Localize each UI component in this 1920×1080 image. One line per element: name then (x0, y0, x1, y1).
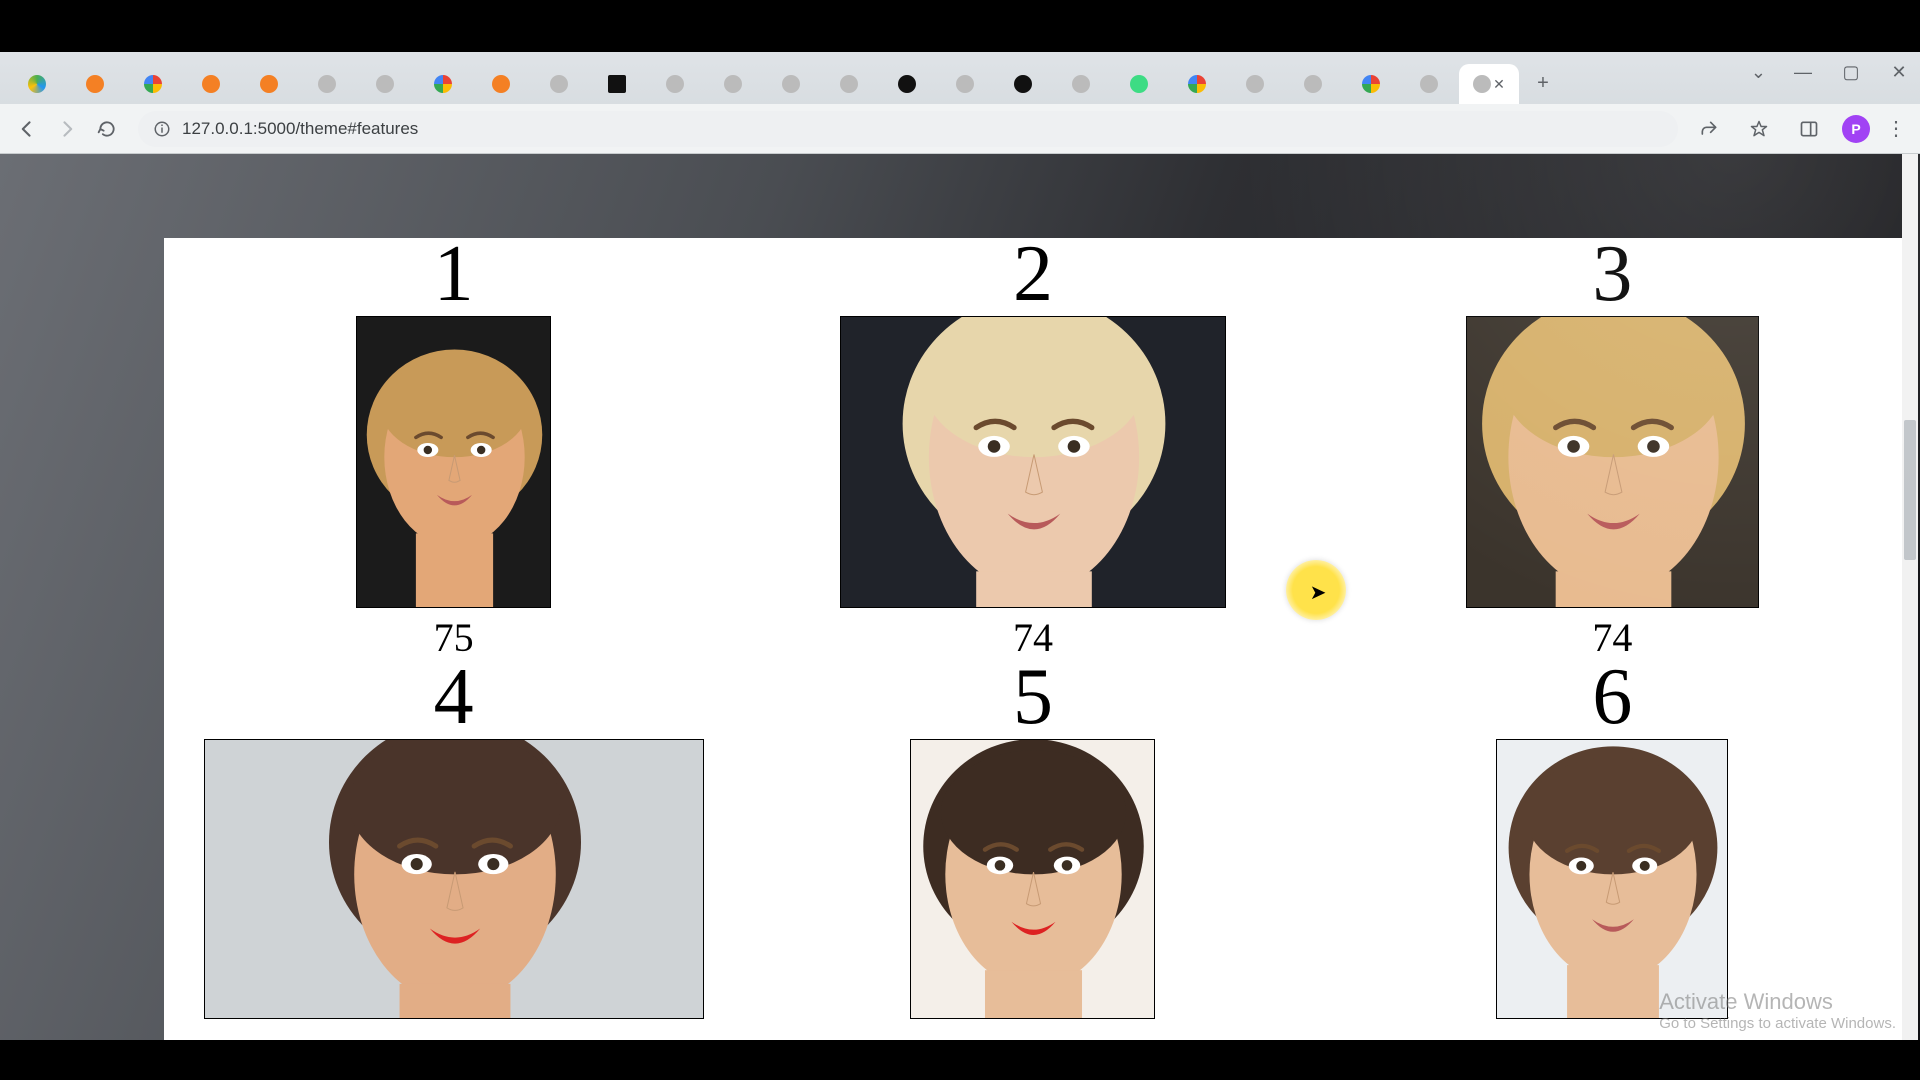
result-cell: 2 74 (743, 238, 1322, 661)
result-cell: 5 (743, 661, 1322, 1019)
browser-tab[interactable] (1227, 64, 1283, 104)
browser-tab[interactable] (763, 64, 819, 104)
bookmark-star-icon[interactable] (1742, 112, 1776, 146)
page-viewport: 1 752 743 74 4 5 (0, 154, 1920, 1040)
tab-favicon-icon (1362, 75, 1380, 93)
tab-favicon-icon (202, 75, 220, 93)
profile-avatar[interactable]: P (1842, 115, 1870, 143)
result-image[interactable] (840, 316, 1226, 608)
tab-favicon-icon (144, 75, 162, 93)
results-card: 1 752 743 74 4 5 (164, 238, 1902, 1040)
browser-toolbar: 127.0.0.1:5000/theme#features P ⋮ (0, 104, 1920, 154)
result-rank: 6 (1592, 657, 1632, 737)
side-panel-icon[interactable] (1792, 112, 1826, 146)
result-image[interactable] (356, 316, 551, 608)
letterbox-bottom (0, 1040, 1920, 1080)
result-image[interactable] (910, 739, 1155, 1019)
tab-favicon-icon (1072, 75, 1090, 93)
tab-favicon-icon (1014, 75, 1032, 93)
browser-tab[interactable] (1169, 64, 1225, 104)
tab-favicon-icon (840, 75, 858, 93)
tab-favicon-icon (550, 75, 568, 93)
avatar-letter: P (1851, 121, 1860, 137)
result-rank: 5 (1013, 657, 1053, 737)
result-cell: 4 (164, 661, 743, 1019)
scrollbar-thumb[interactable] (1904, 420, 1916, 560)
window-minimize-button[interactable]: — (1792, 62, 1814, 83)
browser-tab[interactable] (125, 64, 181, 104)
result-cell: 6 (1323, 661, 1902, 1019)
window-maximize-button[interactable]: ▢ (1840, 62, 1862, 83)
browser-tab[interactable] (531, 64, 587, 104)
tab-favicon-icon (724, 75, 742, 93)
result-image[interactable] (204, 739, 704, 1019)
browser-tab[interactable] (821, 64, 877, 104)
tabs-dropdown-icon[interactable]: ⌄ (1751, 62, 1766, 83)
tab-favicon-icon (492, 75, 510, 93)
result-rank: 4 (434, 657, 474, 737)
result-rank: 1 (434, 238, 474, 314)
tab-favicon-icon (608, 75, 626, 93)
tab-favicon-icon (1304, 75, 1322, 93)
tab-favicon-icon (28, 75, 46, 93)
share-icon[interactable] (1692, 112, 1726, 146)
reload-button[interactable] (90, 112, 124, 146)
chrome-menu-button[interactable]: ⋮ (1886, 116, 1906, 141)
result-image[interactable] (1496, 739, 1728, 1019)
address-bar[interactable]: 127.0.0.1:5000/theme#features (138, 111, 1678, 147)
browser-tab[interactable] (589, 64, 645, 104)
browser-tab[interactable] (241, 64, 297, 104)
browser-tab[interactable] (9, 64, 65, 104)
result-cell: 1 75 (164, 238, 743, 661)
tab-favicon-icon (898, 75, 916, 93)
browser-tab[interactable] (183, 64, 239, 104)
plus-icon: + (1537, 72, 1549, 95)
result-cell: 3 74 (1323, 238, 1902, 661)
tab-favicon-icon (260, 75, 278, 93)
url-text: 127.0.0.1:5000/theme#features (182, 119, 418, 139)
browser-tab[interactable] (1401, 64, 1457, 104)
browser-tab[interactable] (357, 64, 413, 104)
site-info-icon[interactable] (152, 119, 172, 139)
browser-tab[interactable] (1053, 64, 1109, 104)
forward-button[interactable] (50, 112, 84, 146)
browser-tab[interactable] (1285, 64, 1341, 104)
tab-favicon-icon (782, 75, 800, 93)
browser-tab[interactable] (879, 64, 935, 104)
window-close-button[interactable]: ✕ (1888, 62, 1910, 83)
result-image[interactable] (1466, 316, 1759, 608)
tab-favicon-icon (956, 75, 974, 93)
result-rank: 2 (1013, 238, 1053, 314)
page-scrollbar[interactable] (1902, 154, 1918, 1040)
tab-favicon-icon (1188, 75, 1206, 93)
browser-tab[interactable] (1343, 64, 1399, 104)
letterbox-top (0, 0, 1920, 52)
tab-favicon-icon (318, 75, 336, 93)
result-rank: 3 (1592, 238, 1632, 314)
tab-favicon-icon (1246, 75, 1264, 93)
tab-close-icon[interactable]: ✕ (1493, 76, 1505, 93)
browser-tab[interactable] (67, 64, 123, 104)
browser-tab[interactable] (995, 64, 1051, 104)
browser-tab[interactable] (647, 64, 703, 104)
browser-tab[interactable] (937, 64, 993, 104)
tab-favicon-icon (1130, 75, 1148, 93)
tab-favicon-icon (86, 75, 104, 93)
back-button[interactable] (10, 112, 44, 146)
browser-tab[interactable]: ✕ (1459, 64, 1519, 104)
browser-tabstrip: ✕ + ⌄ — ▢ ✕ (0, 52, 1920, 104)
tab-favicon-icon (666, 75, 684, 93)
browser-tab[interactable] (299, 64, 355, 104)
new-tab-button[interactable]: + (1526, 66, 1560, 100)
tab-favicon-icon (1473, 75, 1491, 93)
browser-tab[interactable] (705, 64, 761, 104)
browser-tab[interactable] (1111, 64, 1167, 104)
tab-favicon-icon (376, 75, 394, 93)
results-grid: 1 752 743 74 4 5 (164, 238, 1902, 1019)
browser-tab[interactable] (415, 64, 471, 104)
browser-tab[interactable] (473, 64, 529, 104)
tab-favicon-icon (1420, 75, 1438, 93)
tab-favicon-icon (434, 75, 452, 93)
